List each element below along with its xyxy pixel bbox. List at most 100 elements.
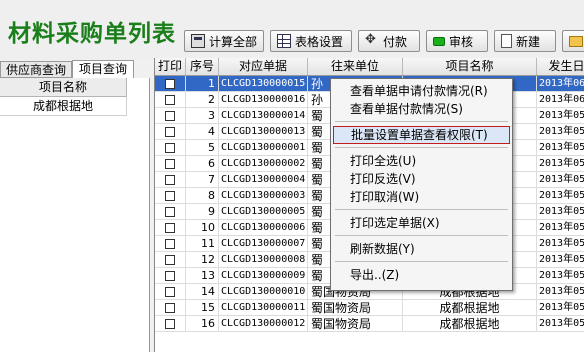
pay-button[interactable]: 付款	[358, 30, 420, 52]
pay-icon	[365, 32, 379, 48]
cell-doc: CLCGD130000001	[219, 140, 308, 156]
menu-item[interactable]: 刷新数据(Y)	[333, 240, 510, 258]
print-cell	[155, 316, 186, 332]
left-tab-strip: 供应商查询 项目查询	[0, 60, 150, 78]
calc-all-label: 计算全部	[209, 34, 258, 49]
cell-doc: CLCGD130000011	[219, 300, 308, 316]
print-checkbox[interactable]	[165, 159, 175, 169]
print-checkbox[interactable]	[165, 79, 175, 89]
cell-seq: 13	[186, 268, 219, 284]
print-checkbox[interactable]	[165, 255, 175, 265]
cell-doc: CLCGD130000016	[219, 92, 308, 108]
print-checkbox[interactable]	[165, 303, 175, 313]
folder-icon	[569, 35, 583, 47]
menu-item[interactable]: 打印选定单据(X)	[333, 214, 510, 232]
col-doc[interactable]: 对应单据	[219, 58, 308, 75]
col-project[interactable]: 项目名称	[403, 58, 537, 75]
cell-doc: CLCGD130000003	[219, 188, 308, 204]
print-cell	[155, 236, 186, 252]
cell-date: 2013年05	[537, 108, 584, 124]
cell-unit: 蜀国物资局	[308, 300, 403, 316]
cell-date: 2013年05	[537, 204, 584, 220]
menu-item[interactable]: 打印取消(W)	[333, 188, 510, 206]
print-checkbox[interactable]	[165, 271, 175, 281]
menu-item[interactable]: 查看单据申请付款情况(R)	[333, 82, 510, 100]
print-checkbox[interactable]	[165, 239, 175, 249]
cell-seq: 12	[186, 252, 219, 268]
table-settings-label: 表格设置	[295, 34, 344, 49]
table-row[interactable]: 16 CLCGD130000012 蜀国物资局 成都根据地 2013年05	[155, 316, 584, 332]
menu-separator	[335, 121, 508, 122]
cell-date: 2013年05	[537, 284, 584, 300]
cell-seq: 3	[186, 108, 219, 124]
cell-seq: 10	[186, 220, 219, 236]
col-seq[interactable]: 序号	[186, 58, 219, 75]
cell-doc: CLCGD130000005	[219, 204, 308, 220]
cell-doc: CLCGD130000004	[219, 172, 308, 188]
print-cell	[155, 252, 186, 268]
cell-date: 2013年05	[537, 236, 584, 252]
cell-seq: 6	[186, 156, 219, 172]
menu-item[interactable]: 导出..(Z)	[333, 266, 510, 284]
print-checkbox[interactable]	[165, 207, 175, 217]
menu-item[interactable]: 打印全选(U)	[333, 152, 510, 170]
cell-doc: CLCGD130000012	[219, 316, 308, 332]
menu-separator	[335, 209, 508, 210]
audit-label: 审核	[449, 34, 474, 49]
col-unit[interactable]: 往来单位	[308, 58, 403, 75]
cell-unit: 蜀国物资局	[308, 316, 403, 332]
menu-separator	[335, 147, 508, 148]
project-name-header: 项目名称	[0, 78, 127, 97]
menu-separator	[335, 235, 508, 236]
cell-date: 2013年05	[537, 316, 584, 332]
calculator-icon	[191, 34, 205, 48]
audit-button[interactable]: 审核	[426, 30, 488, 52]
cell-date: 2013年05	[537, 188, 584, 204]
print-cell	[155, 300, 186, 316]
tab-supplier-query[interactable]: 供应商查询	[0, 61, 72, 78]
calc-all-button[interactable]: 计算全部	[184, 30, 264, 52]
cell-seq: 2	[186, 92, 219, 108]
cell-seq: 16	[186, 316, 219, 332]
print-checkbox[interactable]	[165, 175, 175, 185]
cell-seq: 15	[186, 300, 219, 316]
tab-project-query[interactable]: 项目查询	[72, 60, 134, 78]
new-button[interactable]: 新建	[494, 30, 556, 52]
cell-doc: CLCGD130000009	[219, 268, 308, 284]
menu-item[interactable]: 查看单据付款情况(S)	[333, 100, 510, 118]
print-cell	[155, 108, 186, 124]
print-checkbox[interactable]	[165, 287, 175, 297]
cell-seq: 9	[186, 204, 219, 220]
col-date[interactable]: 发生日	[537, 58, 584, 75]
col-print[interactable]: 打印	[155, 58, 186, 75]
print-cell	[155, 268, 186, 284]
print-checkbox[interactable]	[165, 191, 175, 201]
cell-seq: 5	[186, 140, 219, 156]
project-list-item[interactable]: 成都根据地	[0, 97, 127, 116]
table-settings-button[interactable]: 表格设置	[270, 30, 352, 52]
print-cell	[155, 172, 186, 188]
print-cell	[155, 156, 186, 172]
cell-date: 2013年05	[537, 252, 584, 268]
print-checkbox[interactable]	[165, 111, 175, 121]
print-checkbox[interactable]	[165, 127, 175, 137]
print-cell	[155, 124, 186, 140]
cell-doc: CLCGD130000010	[219, 284, 308, 300]
print-checkbox[interactable]	[165, 319, 175, 329]
print-checkbox[interactable]	[165, 143, 175, 153]
menu-item[interactable]: 打印反选(V)	[333, 170, 510, 188]
open-button[interactable]	[562, 30, 584, 52]
print-checkbox[interactable]	[165, 223, 175, 233]
menu-item[interactable]: 批量设置单据查看权限(T)	[333, 126, 510, 144]
cell-doc: CLCGD130000006	[219, 220, 308, 236]
print-cell	[155, 188, 186, 204]
cell-date: 2013年05	[537, 172, 584, 188]
cell-project: 成都根据地	[403, 300, 537, 316]
print-checkbox[interactable]	[165, 95, 175, 105]
cell-seq: 11	[186, 236, 219, 252]
new-label: 新建	[516, 34, 541, 49]
new-document-icon	[501, 34, 512, 48]
cell-doc: CLCGD130000008	[219, 252, 308, 268]
table-row[interactable]: 15 CLCGD130000011 蜀国物资局 成都根据地 2013年05	[155, 300, 584, 316]
table-header: 打印 序号 对应单据 往来单位 项目名称 发生日	[155, 58, 584, 76]
